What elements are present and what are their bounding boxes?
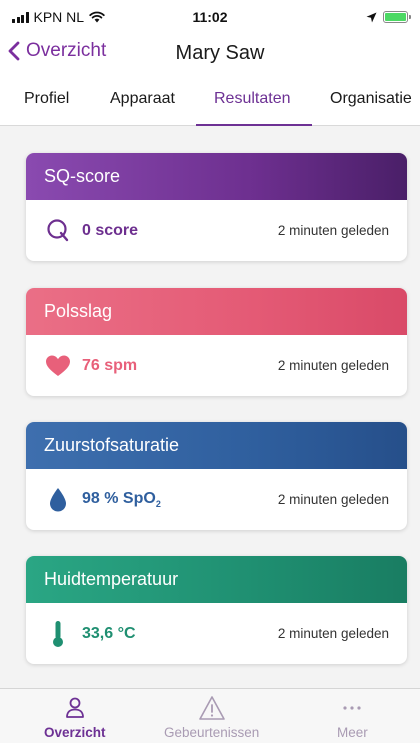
status-left: KPN NL <box>12 9 105 25</box>
status-right <box>366 11 411 23</box>
tab-apparaat[interactable]: Apparaat <box>110 90 175 108</box>
card-body: 33,6 °C 2 minuten geleden <box>26 603 407 664</box>
warning-icon <box>198 693 226 723</box>
tabbar-label: Meer <box>337 725 368 740</box>
bottom-tab-bar: Overzicht Gebeurtenissen Meer <box>0 688 420 743</box>
card-value: 98 % SpO2 <box>82 490 161 509</box>
heart-icon <box>44 352 72 380</box>
thermometer-icon <box>44 620 72 648</box>
card-body: 0 score 2 minuten geleden <box>26 200 407 261</box>
tab-organisatie[interactable]: Organisatie <box>330 90 412 108</box>
card-value-subscript: 2 <box>155 499 161 510</box>
card-body: 76 spm 2 minuten geleden <box>26 335 407 396</box>
results-list: SQ-score 0 score 2 minuten geleden Polss… <box>0 126 420 688</box>
tab-bar-top: Profiel Apparaat Resultaten Organisatie <box>0 80 420 126</box>
drop-icon <box>44 486 72 514</box>
tabbar-label: Overzicht <box>44 725 106 740</box>
polsslag-card[interactable]: Polsslag 76 spm 2 minuten geleden <box>26 288 407 396</box>
tabbar-gebeurtenissen[interactable]: Gebeurtenissen <box>164 693 259 740</box>
card-time: 2 minuten geleden <box>277 626 389 641</box>
card-header: Polsslag <box>26 288 407 335</box>
tab-profiel[interactable]: Profiel <box>24 90 69 108</box>
card-time: 2 minuten geleden <box>277 492 389 507</box>
sq-score-card[interactable]: SQ-score 0 score 2 minuten geleden <box>26 153 407 261</box>
card-header: SQ-score <box>26 153 407 200</box>
tab-resultaten[interactable]: Resultaten <box>214 90 291 108</box>
more-icon <box>342 693 362 723</box>
card-header: Zuurstofsaturatie <box>26 422 407 469</box>
navigation-bar: Overzicht Mary Saw <box>0 34 420 74</box>
status-bar: KPN NL 11:02 <box>0 0 420 34</box>
card-time: 2 minuten geleden <box>277 223 389 238</box>
location-arrow-icon <box>366 12 377 22</box>
battery-icon <box>383 11 411 23</box>
person-icon <box>65 693 85 723</box>
signal-icon <box>12 11 29 23</box>
zuurstofsaturatie-card[interactable]: Zuurstofsaturatie 98 % SpO2 2 minuten ge… <box>26 422 407 530</box>
card-header: Huidtemperatuur <box>26 556 407 603</box>
card-body: 98 % SpO2 2 minuten geleden <box>26 469 407 530</box>
tabbar-label: Gebeurtenissen <box>164 725 260 740</box>
card-value: 0 score <box>82 221 139 239</box>
wifi-icon <box>89 11 105 23</box>
page-title: Mary Saw <box>175 42 265 64</box>
card-value: 76 spm <box>82 356 138 374</box>
q-icon <box>44 217 72 245</box>
card-value: 33,6 °C <box>82 624 136 642</box>
card-value-text: 98 % SpO <box>82 489 156 507</box>
huidtemperatuur-card[interactable]: Huidtemperatuur 33,6 °C 2 minuten gelede… <box>26 556 407 664</box>
tabbar-meer[interactable]: Meer <box>337 693 368 740</box>
card-time: 2 minuten geleden <box>277 358 389 373</box>
carrier-label: KPN NL <box>33 9 85 25</box>
tabbar-overzicht[interactable]: Overzicht <box>44 693 106 740</box>
